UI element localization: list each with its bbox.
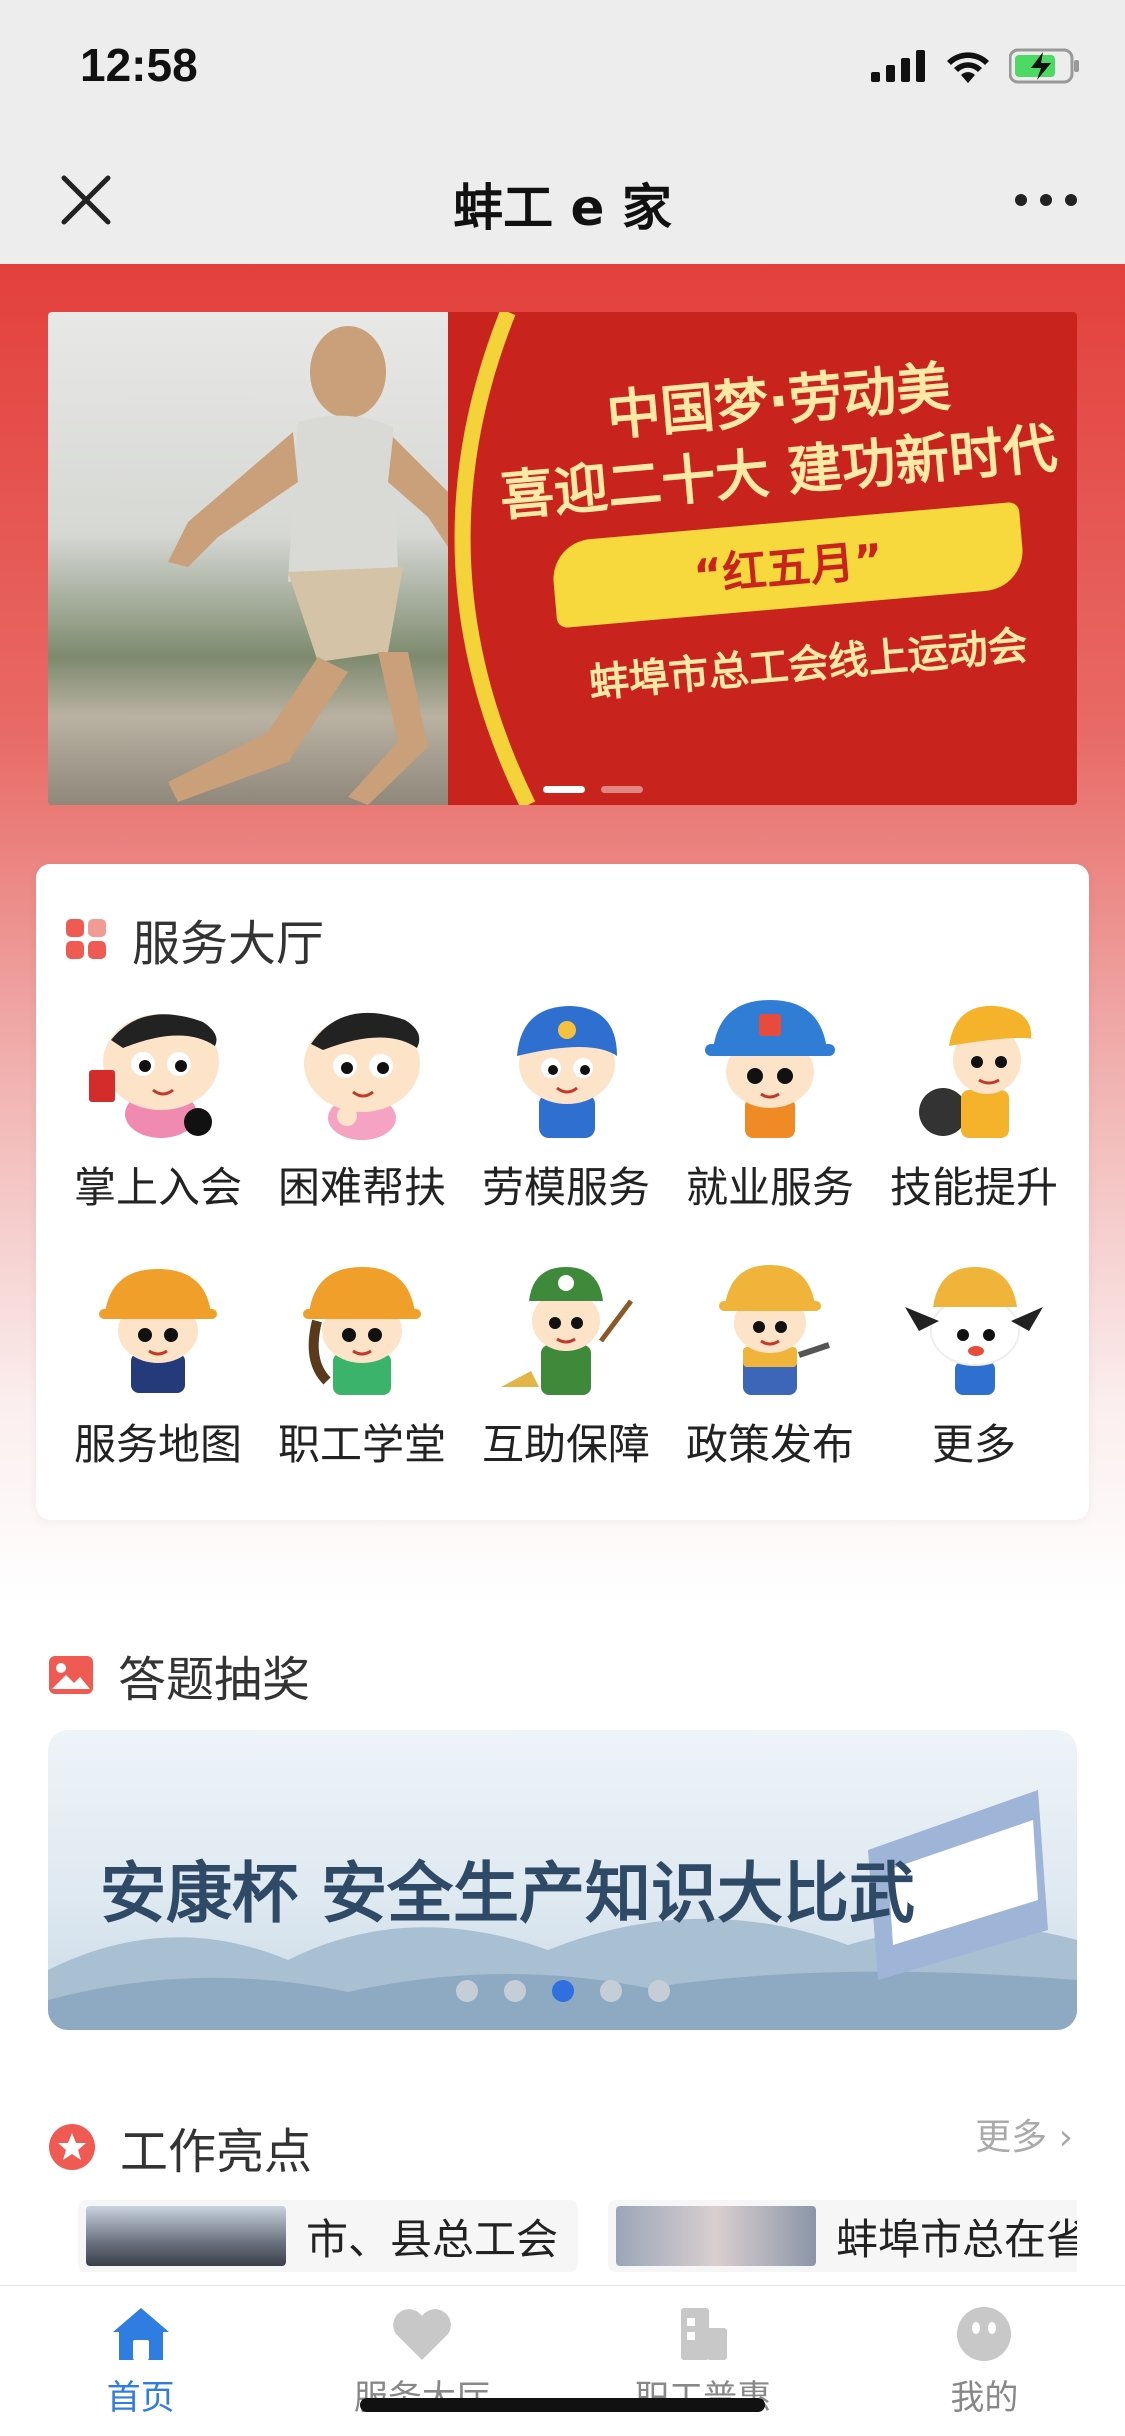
service-item-assistance[interactable]: 困难帮扶 [260,994,464,1215]
status-icons [871,48,1081,84]
service-label: 就业服务 [685,1163,854,1212]
service-grid: 掌上入会 困难帮扶 劳模服务 就业服务 技能提升 服务地图 职工学堂 互助保障 … [56,994,1076,1472]
more-options-icon[interactable] [1011,180,1081,220]
service-label: 更多 [931,1420,1016,1469]
highlights-title: 工作亮点 [120,2124,313,2180]
status-bar: 12:58 [0,0,1125,140]
building-icon [681,2308,728,2360]
service-item-map[interactable]: 服务地图 [56,1251,260,1472]
tab-label: 首页 [106,2378,175,2418]
home-indicator[interactable] [360,2398,765,2412]
title-bar: 蚌工 e 家 [0,140,1125,264]
tab-home[interactable]: 首页 [0,2286,281,2436]
service-item-mutual-aid[interactable]: 互助保障 [464,1251,668,1472]
highlight-title: 蚌埠市总在省 [836,2214,1077,2264]
banner-dot[interactable] [601,786,643,793]
wifi-icon [947,52,989,83]
cartoon-model-worker-icon [517,1006,617,1138]
banner-dot[interactable] [543,786,585,793]
highlight-card[interactable]: 蚌埠市总在省 [608,2200,1077,2272]
highlights-header: 工作亮点 [48,2112,312,2182]
cartoon-employment-icon [705,1000,835,1138]
cartoon-policy-icon [719,1265,830,1395]
cartoon-school-icon [303,1267,421,1395]
cartoon-more-icon [905,1267,1043,1395]
heart-icon [393,2309,451,2360]
cartoon-join-icon [89,1014,219,1138]
service-item-join[interactable]: 掌上入会 [56,994,260,1215]
highlight-title: 市、县总工会 [306,2214,559,2264]
page-title: 蚌工 e 家 [453,179,672,237]
highlights-more-link[interactable]: 更多 › [975,2108,1073,2160]
profile-face-icon [957,2307,1012,2361]
image-icon [49,1656,93,1694]
home-icon [112,2308,169,2360]
service-item-school[interactable]: 职工学堂 [260,1251,464,1472]
service-item-more[interactable]: 更多 [872,1251,1076,1472]
banner-photo [48,312,508,805]
quiz-title: 答题抽奖 [118,1652,311,1708]
promo-banner[interactable]: 中国梦·劳动美 喜迎二十大 建功新时代 “红五月” 蚌埠市总工会线上运动会 [48,312,1077,805]
highlight-thumbnail [86,2206,286,2266]
highlights-carousel: 市、县总工会 蚌埠市总在省 [48,2200,1077,2272]
service-label: 困难帮扶 [277,1163,446,1212]
highlight-card[interactable]: 市、县总工会 [78,2200,578,2272]
service-hall-card: 服务大厅 掌上入会 困难帮扶 劳模服务 就业服务 技能提升 服务地图 职工学堂 … [36,864,1089,1520]
service-label: 政策发布 [685,1420,854,1469]
cartoon-help-icon [304,1012,420,1140]
signal-icon [871,50,925,82]
service-item-employment[interactable]: 就业服务 [668,994,872,1215]
quiz-dot[interactable] [455,1980,478,2002]
tab-label: 我的 [950,2378,1019,2418]
service-item-model-worker[interactable]: 劳模服务 [464,994,668,1215]
service-label: 技能提升 [889,1163,1058,1212]
cartoon-map-icon [99,1269,217,1393]
runner-illustration [168,326,468,805]
bottom-tab-bar: 首页 服务大厅 职工普惠 我的 [0,2285,1125,2436]
service-label: 服务地图 [73,1420,242,1469]
service-label: 掌上入会 [73,1163,242,1212]
quiz-header: 答题抽奖 [48,1640,310,1710]
grid-icon [66,919,106,959]
service-hall-title: 服务大厅 [132,916,325,972]
quiz-dot[interactable] [503,1980,526,2002]
star-badge-icon [49,2124,95,2170]
service-label: 互助保障 [481,1420,650,1469]
service-label: 职工学堂 [277,1420,446,1469]
service-label: 劳模服务 [481,1163,650,1212]
tab-profile[interactable]: 我的 [844,2286,1125,2436]
quiz-dot[interactable] [647,1980,670,2002]
cartoon-skill-icon [919,1005,1039,1138]
battery-charging-icon [1009,48,1079,84]
quiz-dot[interactable] [599,1980,622,2002]
banner-pagination [543,786,643,793]
service-item-skill[interactable]: 技能提升 [872,994,1076,1215]
tab-worker-benefits[interactable]: 职工普惠 [563,2286,844,2436]
quiz-banner[interactable]: 安康杯 安全生产知识大比武 [48,1730,1077,2030]
status-time: 12:58 [80,39,198,91]
quiz-dot[interactable] [551,1980,574,2002]
highlight-thumbnail [616,2206,816,2266]
cartoon-mutual-aid-icon [501,1267,633,1395]
quiz-pagination [48,1980,1077,2002]
quiz-banner-text: 安康杯 安全生产知识大比武 [100,1855,915,1932]
service-item-policy[interactable]: 政策发布 [668,1251,872,1472]
tab-service-hall[interactable]: 服务大厅 [281,2286,562,2436]
service-hall-header: 服务大厅 [64,904,324,974]
